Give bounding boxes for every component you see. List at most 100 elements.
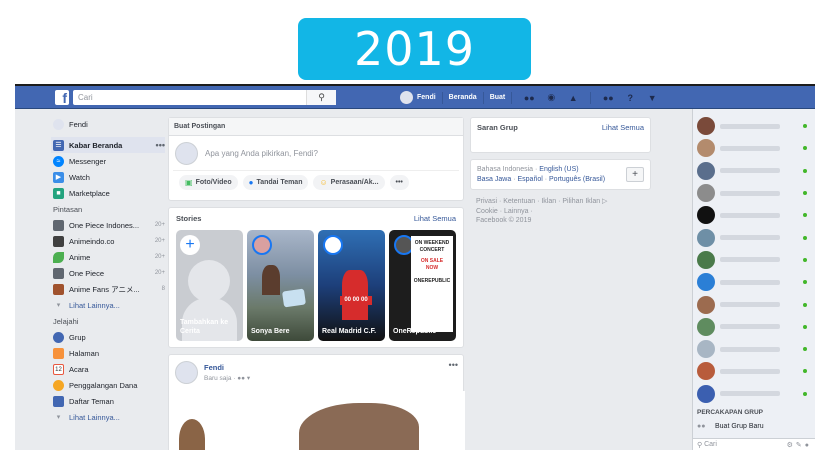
avatar[interactable] (175, 361, 198, 384)
stories-title: Stories (176, 214, 202, 223)
sidebar-item-label: Anime (69, 252, 91, 262)
contact-name-blurred (720, 123, 780, 129)
sidebar-item-label: Animeindo.co (69, 236, 115, 246)
sidebar-item-watch[interactable]: ▶ Watch (53, 169, 165, 185)
messenger-icon[interactable]: ◉ (544, 92, 558, 103)
more-options-button[interactable]: ••• (389, 175, 409, 190)
year-banner: 2019 (298, 18, 531, 80)
composer-input[interactable]: Apa yang Anda pikirkan, Fendi? (169, 136, 463, 170)
story-real-madrid[interactable]: 00 00 00 Real Madrid C.F. (318, 230, 385, 341)
sidebar-item-marketplace[interactable]: ■ Marketplace (53, 185, 165, 201)
post-image[interactable] (169, 391, 465, 450)
calendar-icon: 12 (53, 363, 64, 375)
bear-shape (299, 403, 419, 450)
contact-row[interactable] (693, 271, 815, 293)
create-group-button[interactable]: ●● Buat Grup Baru (693, 420, 815, 434)
chat-search-input[interactable]: ⚲ Cari ⚙✎● (693, 438, 815, 450)
contact-row[interactable] (693, 338, 815, 360)
contact-row[interactable] (693, 383, 815, 405)
photo-video-button[interactable]: ▣ Foto/Video (179, 175, 238, 190)
home-link[interactable]: Beranda (449, 94, 477, 101)
ticket-shape (281, 288, 307, 308)
contact-row[interactable] (693, 204, 815, 226)
sidebar-item-shortcut[interactable]: Anime Fans アニメ... 8 (53, 281, 165, 297)
stories-see-all-link[interactable]: Lihat Semua (414, 214, 456, 223)
sidebar-item-shortcut[interactable]: Anime 20+ (53, 249, 165, 265)
sidebar-item-friend-lists[interactable]: Daftar Teman (53, 393, 165, 409)
search-icon[interactable]: ⚲ (306, 90, 336, 105)
post-card: Fendi Baru saja · ●● ▾ ••• (168, 354, 465, 450)
sidebar-item-messenger[interactable]: ≈ Messenger (53, 153, 165, 169)
post-time[interactable]: Baru saja · (204, 375, 235, 382)
contact-row[interactable] (693, 316, 815, 338)
sidebar-item-shortcut[interactable]: One Piece 20+ (53, 265, 165, 281)
avatar (697, 317, 715, 336)
search-input[interactable]: Cari ⚲ (73, 90, 336, 105)
contact-row[interactable] (693, 182, 815, 204)
language-link[interactable]: Español (517, 176, 542, 183)
story-onerepublic[interactable]: ON WEEKEND CONCERT ON SALE NOW ONEREPUBL… (389, 230, 456, 341)
sidebar-item-pages[interactable]: Halaman (53, 345, 165, 361)
sidebar-item-groups[interactable]: Grup (53, 329, 165, 345)
language-link[interactable]: English (US) (539, 166, 578, 173)
footer-line[interactable]: Privasi · Ketentuan · Iklan · Pilihan Ik… (476, 197, 607, 207)
online-status-icon (803, 391, 807, 396)
language-link[interactable]: Português (Brasil) (549, 176, 605, 183)
button-label: Tandai Teman (256, 179, 303, 186)
contact-row[interactable] (693, 249, 815, 271)
sidebar-item-news-feed[interactable]: ☰ Kabar Beranda ••• (51, 137, 165, 153)
contact-row[interactable] (693, 160, 815, 182)
more-options-icon[interactable]: ••• (156, 140, 165, 150)
feeling-activity-button[interactable]: ☺ Perasaan/Ak... (313, 175, 385, 190)
language-link[interactable]: Basa Jawa (477, 176, 511, 183)
notifications-icon[interactable]: ▲ (566, 93, 580, 103)
sidebar-item-shortcut[interactable]: Animeindo.co 20+ (53, 233, 165, 249)
post-author[interactable]: Fendi (204, 363, 224, 372)
avatar (697, 362, 715, 381)
audience-icon[interactable]: ●● ▾ (237, 375, 250, 382)
chat-options-icon[interactable]: ⚙✎● (787, 441, 812, 449)
story-add[interactable]: + Tambahkan ke Cerita (176, 230, 243, 341)
see-more-label: Lihat Lainnya... (69, 412, 120, 422)
temple-shape (262, 265, 280, 295)
see-more-link[interactable]: ▾ Lihat Lainnya... (53, 409, 165, 425)
contact-row[interactable] (693, 137, 815, 159)
groups-see-all-link[interactable]: Lihat Semua (602, 123, 644, 132)
footer-line[interactable]: Cookie · Lainnya · (476, 207, 607, 217)
sidebar-item-events[interactable]: 12 Acara (53, 361, 165, 377)
contact-row[interactable] (693, 293, 815, 315)
create-link[interactable]: Buat (490, 94, 506, 101)
contact-row[interactable] (693, 226, 815, 248)
add-language-button[interactable]: + (626, 167, 644, 182)
news-feed-icon: ☰ (53, 139, 64, 151)
avatar (697, 273, 715, 292)
sidebar-item-shortcut[interactable]: One Piece Indones... 20+ (53, 217, 165, 233)
online-status-icon (803, 257, 807, 262)
friend-requests-icon[interactable]: ●● (522, 93, 536, 103)
see-more-link[interactable]: ▾ Lihat Lainnya... (53, 297, 165, 313)
tag-friends-button[interactable]: ● Tandai Teman (242, 175, 309, 190)
tag-friend-icon: ● (248, 178, 254, 187)
concert-poster: ON WEEKEND CONCERT ON SALE NOW ONEREPUBL… (411, 236, 453, 332)
contact-row[interactable] (693, 360, 815, 382)
avatar (175, 141, 198, 165)
count-badge: 20+ (154, 270, 165, 276)
character-shape (179, 419, 205, 450)
sidebar-item-profile[interactable]: Fendi (53, 116, 165, 132)
story-label: Real Madrid C.F. (322, 328, 377, 335)
profile-link[interactable]: Fendi (417, 94, 436, 101)
more-options-icon[interactable]: ••• (449, 360, 458, 370)
story-sonya[interactable]: Sonya Bere (247, 230, 314, 341)
help-icon[interactable]: ? (623, 93, 637, 103)
avatar[interactable] (400, 91, 413, 104)
count-badge: 8 (161, 286, 165, 292)
contact-row[interactable] (693, 115, 815, 137)
chevron-down-icon[interactable]: ▼ (645, 93, 659, 103)
avatar (697, 184, 715, 203)
friends-icon[interactable]: ●● (601, 93, 615, 103)
sidebar-item-fundraisers[interactable]: Penggalangan Dana (53, 377, 165, 393)
marketplace-icon: ■ (53, 187, 64, 199)
contact-name-blurred (720, 257, 780, 263)
facebook-logo-icon[interactable]: f (55, 90, 69, 106)
avatar (53, 118, 64, 130)
